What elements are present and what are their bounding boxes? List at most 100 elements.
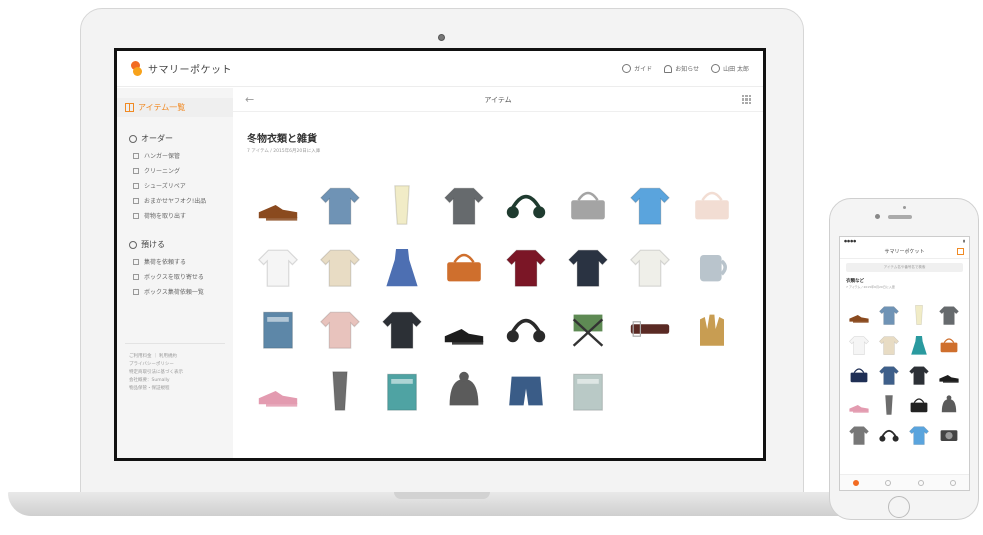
- item-thumbnail[interactable]: [247, 360, 309, 422]
- sidebar-item-shoe-repair[interactable]: シューズリペア: [117, 178, 233, 193]
- phone-item-thumbnail[interactable]: [934, 390, 964, 420]
- help-icon: [622, 64, 632, 73]
- user-menu[interactable]: 山田 太郎: [711, 64, 749, 73]
- sidebar-section-deposit: 預ける: [117, 233, 233, 254]
- guide-link[interactable]: ガイド: [622, 64, 652, 73]
- tab-order[interactable]: [885, 479, 892, 486]
- item-thumbnail[interactable]: [309, 298, 371, 360]
- item-thumbnail[interactable]: [309, 174, 371, 236]
- phone-item-thumbnail[interactable]: [844, 360, 874, 390]
- phone-item-thumbnail[interactable]: [934, 360, 964, 390]
- item-thumbnail[interactable]: [433, 236, 495, 298]
- sidebar-item-hanger[interactable]: ハンガー保管: [117, 148, 233, 163]
- sidebar-item-cleaning[interactable]: クリーニング: [117, 163, 233, 178]
- tab-deposit[interactable]: [917, 479, 924, 486]
- item-thumbnail[interactable]: [619, 298, 681, 360]
- laptop-base: [8, 492, 876, 516]
- blue-shirt-image: [908, 426, 930, 445]
- item-thumbnail[interactable]: [433, 360, 495, 422]
- item-thumbnail[interactable]: [495, 236, 557, 298]
- phone-item-thumbnail[interactable]: [874, 360, 904, 390]
- phone-item-thumbnail[interactable]: [874, 390, 904, 420]
- logo-text[interactable]: サマリーポケット: [148, 61, 232, 76]
- list-icon: [133, 288, 139, 295]
- phone-item-thumbnail[interactable]: [874, 330, 904, 360]
- grey-coat-image: [443, 187, 485, 225]
- phone-item-thumbnail[interactable]: [904, 360, 934, 390]
- denim-jacket-image: [878, 366, 900, 385]
- item-thumbnail[interactable]: [247, 174, 309, 236]
- item-thumbnail[interactable]: [495, 298, 557, 360]
- phone-grid-icon[interactable]: [957, 248, 964, 255]
- phone-item-thumbnail[interactable]: [934, 300, 964, 330]
- red-vest-image: [505, 249, 547, 287]
- sidebar-item-items[interactable]: アイテム一覧: [117, 98, 233, 117]
- item-thumbnail[interactable]: [309, 360, 371, 422]
- earphones-image: [879, 429, 899, 442]
- footer-link[interactable]: 特定商取引法に基づく表示: [129, 369, 183, 377]
- item-thumbnail[interactable]: [681, 174, 743, 236]
- sailor-top-image: [257, 249, 299, 287]
- phone-item-thumbnail[interactable]: [874, 300, 904, 330]
- phone-item-thumbnail[interactable]: [874, 420, 904, 450]
- sidebar-item-pickup[interactable]: 集荷を依頼する: [117, 254, 233, 269]
- phone-item-thumbnail[interactable]: [934, 330, 964, 360]
- sidebar-item-pickup-list[interactable]: ボックス集荷依頼一覧: [117, 284, 233, 299]
- tab-pocket[interactable]: [853, 479, 860, 486]
- phone-item-thumbnail[interactable]: [844, 330, 874, 360]
- phone-item-thumbnail[interactable]: [904, 330, 934, 360]
- item-thumbnail[interactable]: [557, 298, 619, 360]
- item-thumbnail[interactable]: [619, 236, 681, 298]
- item-thumbnail[interactable]: [557, 236, 619, 298]
- item-thumbnail[interactable]: [495, 360, 557, 422]
- logo-icon[interactable]: [131, 61, 142, 76]
- phone-item-thumbnail[interactable]: [844, 390, 874, 420]
- item-thumbnail[interactable]: [371, 174, 433, 236]
- tab-menu[interactable]: [949, 479, 956, 486]
- phone-search-input[interactable]: アイテム名や番号名で検索: [846, 263, 963, 272]
- item-thumbnail[interactable]: [309, 236, 371, 298]
- sidebar-item-auction[interactable]: おまかせヤフオク!出品: [117, 193, 233, 208]
- notifications-link[interactable]: お知らせ: [664, 64, 699, 73]
- footer-link[interactable]: プライバシーポリシー: [129, 361, 183, 369]
- item-thumbnail[interactable]: [681, 236, 743, 298]
- cream-jacket-image: [319, 249, 361, 287]
- phone-item-thumbnail[interactable]: [904, 420, 934, 450]
- sidebar-item-order-box[interactable]: ボックスを取り寄せる: [117, 269, 233, 284]
- item-thumbnail[interactable]: [681, 298, 743, 360]
- phone-item-thumbnail[interactable]: [844, 420, 874, 450]
- sailor-top-image: [848, 336, 870, 355]
- phone-item-grid: [844, 300, 964, 450]
- item-thumbnail[interactable]: [557, 360, 619, 422]
- order-icon: [129, 134, 137, 143]
- phone-item-thumbnail[interactable]: [904, 390, 934, 420]
- black-boots-image: [939, 375, 959, 383]
- item-thumbnail[interactable]: [371, 236, 433, 298]
- item-thumbnail[interactable]: [619, 174, 681, 236]
- sidebar-section-label: オーダー: [141, 134, 173, 143]
- item-thumbnail[interactable]: [371, 360, 433, 422]
- content-topbar: ← アイテム: [233, 88, 763, 112]
- smartphone: ●●●● ▮ サマリーポケット アイテム名や番号名で検索 衣類など 7 アイテム …: [829, 198, 979, 520]
- grey-coat-image: [938, 306, 960, 325]
- sidebar-item-retrieve[interactable]: 荷物を取り出す: [117, 208, 233, 223]
- topbar-title: アイテム: [484, 95, 512, 104]
- phone-item-thumbnail[interactable]: [904, 300, 934, 330]
- phone-item-thumbnail[interactable]: [934, 420, 964, 450]
- phone-item-thumbnail[interactable]: [844, 300, 874, 330]
- item-thumbnail[interactable]: [247, 236, 309, 298]
- item-thumbnail[interactable]: [371, 298, 433, 360]
- item-thumbnail[interactable]: [247, 298, 309, 360]
- item-thumbnail[interactable]: [433, 174, 495, 236]
- item-thumbnail[interactable]: [433, 298, 495, 360]
- footer-link[interactable]: 会社概要：Sumally: [129, 377, 183, 385]
- pink-jacket-image: [319, 311, 361, 349]
- footer-link[interactable]: ご利用料金 ｜ 利用規約: [129, 353, 183, 361]
- black-boots-image: [444, 329, 484, 345]
- item-thumbnail[interactable]: [557, 174, 619, 236]
- phone-section-title: 衣類など: [846, 279, 864, 284]
- header-nav: ガイド お知らせ 山田 太郎: [622, 64, 749, 73]
- belt-image: [630, 321, 670, 337]
- footer-link[interactable]: 物品保管・保証規程: [129, 385, 183, 393]
- item-thumbnail[interactable]: [495, 174, 557, 236]
